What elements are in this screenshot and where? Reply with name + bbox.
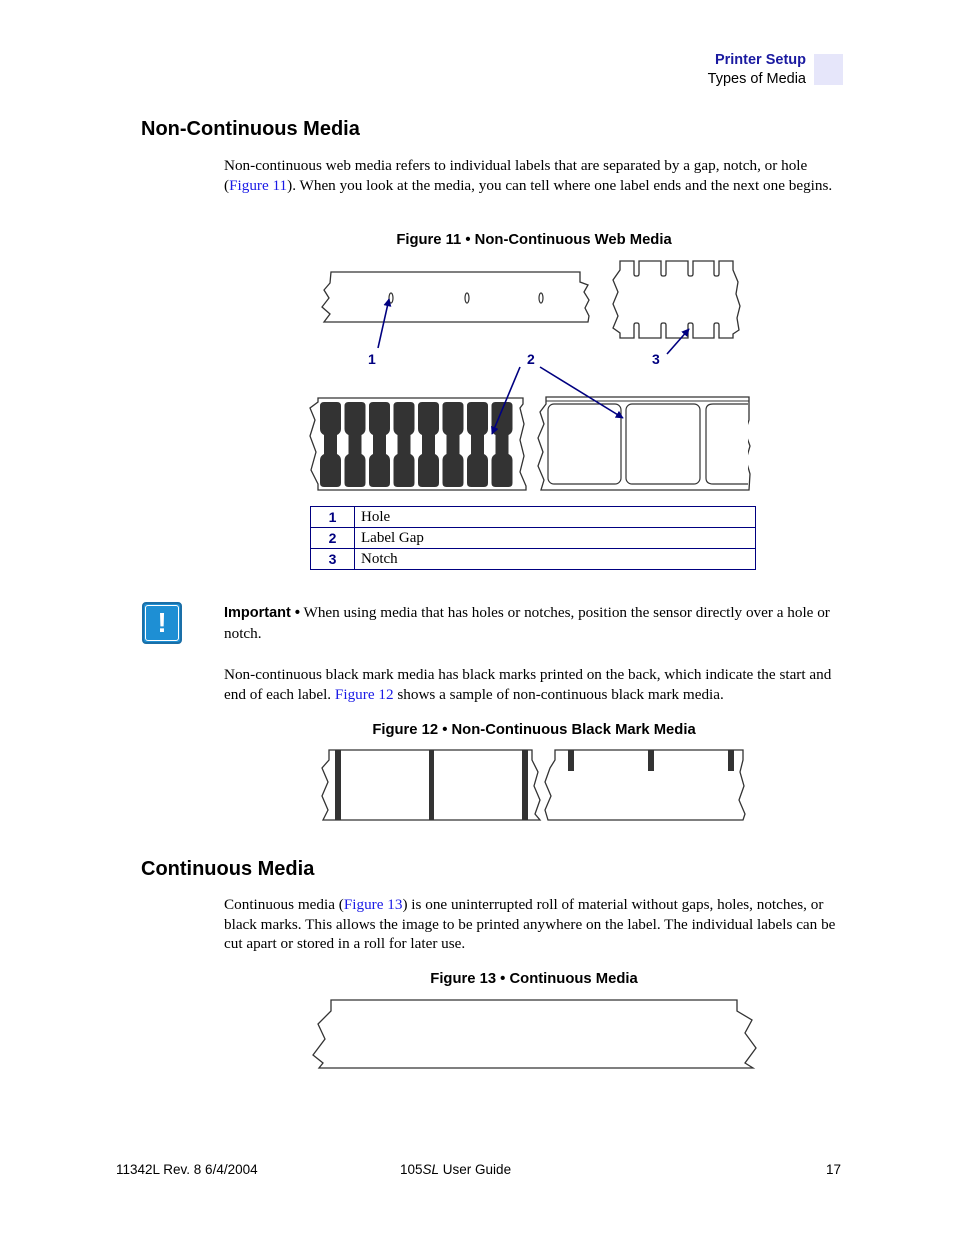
footer-guide-title: 105SL User Guide: [400, 1162, 511, 1177]
footer-page-number: 17: [826, 1162, 842, 1177]
footer-doc-id: 11342L Rev. 8 6/4/2004: [116, 1162, 258, 1177]
footer-model-suffix: SL: [422, 1162, 440, 1177]
footer-title-rest: User Guide: [439, 1162, 512, 1177]
footer-model: 105: [400, 1162, 423, 1177]
continuous-media-strip: [312, 999, 757, 1069]
figure-13-illustration: [312, 999, 757, 1069]
